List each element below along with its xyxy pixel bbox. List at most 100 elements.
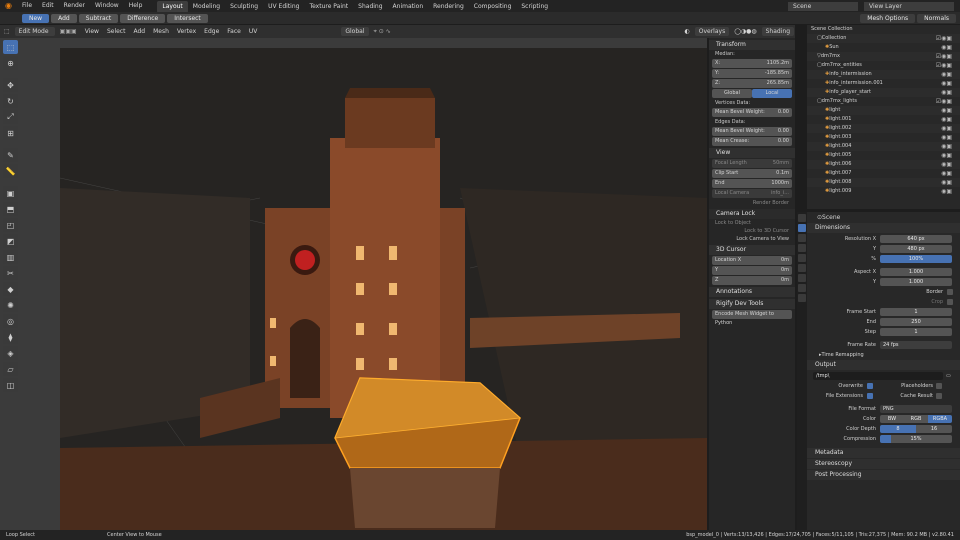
workspace-tab-modeling[interactable]: Modeling	[188, 1, 225, 13]
menu-file[interactable]: File	[17, 0, 37, 12]
file-ext-checkbox[interactable]	[867, 392, 873, 399]
outliner-row-light-005[interactable]: ✺ light.005 ◉▣	[807, 151, 960, 160]
orientation-dropdown[interactable]: Global	[341, 27, 369, 36]
workspace-tab-animation[interactable]: Animation	[388, 1, 429, 13]
median-x-field[interactable]: X: 1105.2m	[712, 59, 792, 68]
workspace-tab-layout[interactable]: Layout	[157, 0, 188, 13]
world-tab-icon[interactable]	[798, 264, 806, 272]
visibility-icons[interactable]: ◉▣	[941, 151, 960, 160]
color-bw-button[interactable]: BW	[880, 414, 904, 423]
scene-selector[interactable]: Scene	[788, 1, 858, 11]
visibility-icons[interactable]: ◉▣	[941, 178, 960, 187]
stereoscopy-panel-header[interactable]: Stereoscopy	[807, 459, 960, 469]
aspect-y-field[interactable]: 1.000	[880, 277, 952, 286]
clip-end-field[interactable]: End 1000m	[712, 179, 792, 188]
bool-new-button[interactable]: New	[22, 13, 50, 23]
view-panel-header[interactable]: View	[709, 148, 795, 158]
select-mode-icons[interactable]: ▣▣▣	[56, 25, 81, 38]
tool-tab-icon[interactable]	[798, 214, 806, 222]
shrink-fatten-tool-icon[interactable]: ◈	[3, 346, 18, 360]
mean-crease-field[interactable]: Mean Crease: 0.00	[712, 137, 792, 146]
visibility-icons[interactable]: ☑◉▣	[936, 97, 960, 106]
outliner-row-sun[interactable]: ✺ Sun ◉▣	[807, 43, 960, 52]
visibility-icon[interactable]: ◐	[681, 25, 694, 38]
color-rgba-button[interactable]: RGBA	[928, 414, 952, 423]
time-remapping-subpanel[interactable]: ▸ Time Remapping	[807, 350, 960, 359]
visibility-icons[interactable]: ◉▣	[941, 70, 960, 79]
camera-lock-header[interactable]: Camera Lock	[709, 209, 795, 219]
local-camera-field[interactable]: Local Camera info_i...	[712, 189, 792, 198]
snap-icon[interactable]: ⌖ ⊙ ∿	[370, 25, 395, 38]
global-toggle[interactable]: Global	[712, 89, 752, 98]
blender-logo-icon[interactable]: ◉	[0, 0, 17, 12]
bevel-tool-icon[interactable]: ◩	[3, 234, 18, 248]
outliner-row-light-002[interactable]: ✺ light.002 ◉▣	[807, 124, 960, 133]
workspace-tab-compositing[interactable]: Compositing	[469, 1, 517, 13]
placeholders-checkbox[interactable]	[936, 382, 942, 389]
visibility-icons[interactable]: ◉▣	[941, 133, 960, 142]
menu-edit[interactable]: Edit	[37, 0, 59, 12]
workspace-tab-sculpting[interactable]: Sculpting	[225, 1, 263, 13]
rotate-tool-icon[interactable]: ↻	[3, 94, 18, 108]
mesh-options-dropdown[interactable]: Mesh Options	[860, 13, 916, 23]
header-menu-add[interactable]: Add	[129, 25, 149, 38]
visibility-icons[interactable]: ◉▣	[941, 115, 960, 124]
cursor-location-z-field[interactable]: Z 0m	[712, 276, 792, 285]
aspect-x-field[interactable]: 1.000	[880, 267, 952, 276]
workspace-tab-shading[interactable]: Shading	[353, 1, 387, 13]
workspace-tab-texture-paint[interactable]: Texture Paint	[304, 1, 353, 13]
poly-build-tool-icon[interactable]: ◆	[3, 282, 18, 296]
depth-16-button[interactable]: 16	[916, 424, 952, 433]
visibility-icons[interactable]: ◉▣	[941, 88, 960, 97]
material-tab-icon[interactable]	[798, 294, 806, 302]
clip-start-field[interactable]: Clip Start 0.1m	[712, 169, 792, 178]
outliner-row-light-007[interactable]: ✺ light.007 ◉▣	[807, 169, 960, 178]
shading-dropdown[interactable]: Shading	[761, 27, 794, 36]
output-path-field[interactable]: /tmp\	[813, 371, 943, 380]
cursor-location-y-field[interactable]: Y 0m	[712, 266, 792, 275]
object-tab-icon[interactable]	[798, 274, 806, 282]
frame-rate-dropdown[interactable]: 24 fps	[880, 340, 952, 349]
color-rgb-button[interactable]: RGB	[904, 414, 928, 423]
outliner-row-light-003[interactable]: ✺ light.003 ◉▣	[807, 133, 960, 142]
workspace-tab-scripting[interactable]: Scripting	[516, 1, 553, 13]
compression-slider[interactable]: 15%	[880, 434, 952, 443]
outliner-row-lights-collection[interactable]: ▢ dm7mx_lights ☑◉▣	[807, 97, 960, 106]
outliner-row-entities[interactable]: ▢ dm7mx_entities ☑◉▣	[807, 61, 960, 70]
dimensions-panel-header[interactable]: Dimensions	[807, 223, 960, 233]
menu-window[interactable]: Window	[90, 0, 124, 12]
outliner-row-light-001[interactable]: ✺ light.001 ◉▣	[807, 115, 960, 124]
view-layer-tab-icon[interactable]	[798, 244, 806, 252]
normals-dropdown[interactable]: Normals	[917, 13, 956, 23]
mode-dropdown[interactable]: Edit Mode	[14, 27, 55, 36]
overwrite-checkbox[interactable]	[867, 382, 873, 389]
header-menu-face[interactable]: Face	[223, 25, 245, 38]
outliner-row-scene-collection[interactable]: Scene Collection	[807, 25, 960, 34]
render-border-checkbox[interactable]: Render Border	[709, 199, 795, 207]
bool-difference-button[interactable]: Difference	[120, 13, 166, 23]
frame-start-field[interactable]: 1	[880, 307, 952, 316]
header-menu-view[interactable]: View	[81, 25, 103, 38]
3d-viewport[interactable]	[0, 38, 707, 530]
smooth-tool-icon[interactable]: ◎	[3, 314, 18, 328]
visibility-icons[interactable]: ◉▣	[941, 106, 960, 115]
frame-end-field[interactable]: 250	[880, 317, 952, 326]
visibility-icons[interactable]: ◉▣	[941, 169, 960, 178]
header-menu-edge[interactable]: Edge	[200, 25, 223, 38]
select-box-tool-icon[interactable]: ⬚	[3, 40, 18, 54]
outliner-row-light-008[interactable]: ✺ light.008 ◉▣	[807, 178, 960, 187]
scene-tab-icon[interactable]	[798, 254, 806, 262]
scale-tool-icon[interactable]: ⤢	[3, 110, 18, 124]
edge-bevel-weight-field[interactable]: Mean Bevel Weight: 0.00	[712, 127, 792, 136]
file-format-dropdown[interactable]: PNG	[880, 404, 952, 413]
visibility-icons[interactable]: ◉▣	[941, 79, 960, 88]
output-panel-header[interactable]: Output	[807, 360, 960, 370]
border-checkbox[interactable]	[947, 288, 953, 295]
menu-help[interactable]: Help	[124, 0, 148, 12]
output-tab-icon[interactable]	[798, 234, 806, 242]
crop-checkbox[interactable]	[947, 298, 953, 305]
workspace-tab-uv-editing[interactable]: UV Editing	[263, 1, 304, 13]
transform-panel-header[interactable]: Transform	[709, 40, 795, 50]
outliner-row-light-006[interactable]: ✺ light.006 ◉▣	[807, 160, 960, 169]
workspace-tab-rendering[interactable]: Rendering	[428, 1, 469, 13]
